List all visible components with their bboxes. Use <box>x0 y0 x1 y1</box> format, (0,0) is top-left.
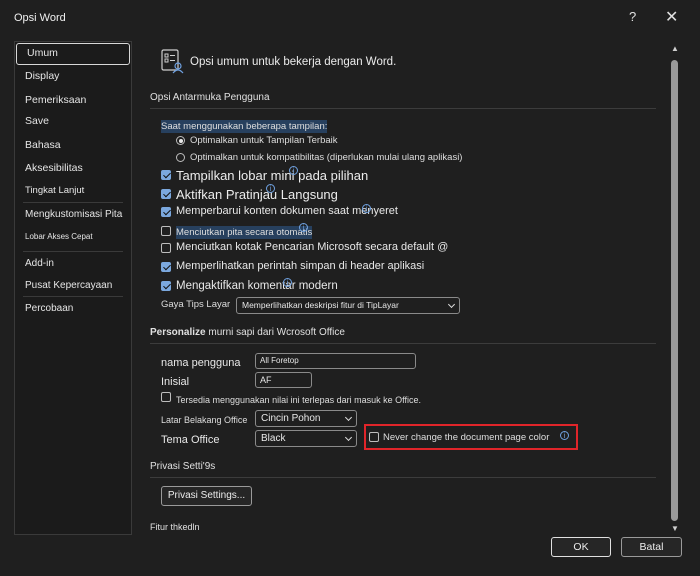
radio-optimize-compat-label: Optimalkan untuk kompatibilitas (diperlu… <box>190 152 463 163</box>
title-bar: Opsi Word ? ✕ <box>0 0 700 36</box>
close-button[interactable]: ✕ <box>665 7 678 27</box>
scrollbar-thumb[interactable] <box>671 60 678 521</box>
sidebar-item-bahasa[interactable]: Bahasa <box>15 139 131 151</box>
office-background-select[interactable]: Cincin Pohon <box>255 410 357 427</box>
sidebar-item-save[interactable]: Save <box>15 115 131 127</box>
section-divider <box>150 108 656 109</box>
info-icon: i <box>283 278 292 287</box>
collapse-search-label: Menciutkan kotak Pencarian Microsoft sec… <box>176 241 449 253</box>
privacy-settings-button[interactable]: Privasi Settings... <box>161 486 252 506</box>
section-header-privacy: Privasi Setti'9s <box>150 461 216 472</box>
sidebar-item-pemeriksaan[interactable]: Pemeriksaan <box>15 94 131 106</box>
chevron-down-icon <box>344 433 353 442</box>
multi-display-label: Saat menggunakan beberapa tampilan: <box>161 120 328 133</box>
sidebar-divider <box>23 251 123 252</box>
show-save-label: Memperlihatkan perintah simpan di header… <box>176 260 425 272</box>
initials-label: Inisial <box>161 376 190 388</box>
sidebar-divider <box>23 296 123 297</box>
username-label: nama pengguna <box>161 357 241 369</box>
never-change-page-color-checkbox[interactable] <box>369 432 379 442</box>
initials-input[interactable]: AF <box>255 372 312 388</box>
general-options-icon <box>161 49 184 74</box>
scroll-down-icon[interactable]: ▼ <box>671 524 679 533</box>
update-content-checkbox[interactable] <box>161 207 171 217</box>
personalize-rest: murni sapi dari Wcrosoft Office <box>205 327 345 338</box>
office-theme-label: Tema Office <box>161 434 220 446</box>
collapse-ribbon-label: Menciutkan pita secara otomatis <box>176 226 313 239</box>
sidebar-item-tingkat-lanjut[interactable]: Tingkat Lanjut <box>15 185 131 196</box>
info-icon: i <box>299 223 308 232</box>
always-use-label: Tersedia menggunakan nilai ini terlepas … <box>176 395 421 405</box>
ok-button[interactable]: OK <box>551 537 611 557</box>
tips-style-select[interactable]: Memperlihatkan deskripsi fitur di TipLay… <box>236 297 460 314</box>
section-header-startup: Fitur thkedln <box>150 522 200 532</box>
chevron-down-icon <box>447 300 456 309</box>
sidebar-item-umum[interactable]: Umum <box>16 43 130 65</box>
live-preview-label: Aktifkan Pratinjau Langsung <box>176 187 338 202</box>
office-theme-select[interactable]: Black <box>255 430 357 447</box>
sidebar: Umum Display Pemeriksaan Save Bahasa Aks… <box>14 41 132 535</box>
radio-optimize-compat[interactable] <box>176 153 185 162</box>
radio-optimize-best[interactable] <box>176 136 185 145</box>
section-header-personalize: Personalize murni sapi dari Wcrosoft Off… <box>150 327 345 338</box>
scroll-up-icon[interactable]: ▲ <box>671 44 679 53</box>
collapse-search-checkbox[interactable] <box>161 243 171 253</box>
tips-style-value: Memperlihatkan deskripsi fitur di TipLay… <box>242 300 399 310</box>
sidebar-item-add-in[interactable]: Add-in <box>15 258 131 269</box>
office-background-value: Cincin Pohon <box>261 413 321 424</box>
personalize-bold: Personalize <box>150 327 206 338</box>
sidebar-item-aksesibilitas[interactable]: Aksesibilitas <box>15 162 131 174</box>
show-save-checkbox[interactable] <box>161 262 171 272</box>
section-divider <box>150 343 656 344</box>
sidebar-item-percobaan[interactable]: Percobaan <box>15 303 131 314</box>
sidebar-item-pusat-kepercayaan[interactable]: Pusat Kepercayaan <box>15 280 131 291</box>
collapse-ribbon-checkbox[interactable] <box>161 226 171 236</box>
window-title: Opsi Word <box>14 12 66 24</box>
info-icon: i <box>362 204 371 213</box>
tips-style-label: Gaya Tips Layar <box>161 299 231 310</box>
never-change-page-color-label: Never change the document page color <box>383 432 550 443</box>
username-input[interactable]: All Foretop <box>255 353 416 369</box>
info-icon: i <box>266 184 275 193</box>
sidebar-item-lobar-akses-cepat[interactable]: Lobar Akses Cepat <box>15 232 131 241</box>
live-preview-checkbox[interactable] <box>161 189 171 199</box>
sidebar-item-mengkustomisasi-pita[interactable]: Mengkustomisasi Pita <box>15 209 131 220</box>
chevron-down-icon <box>344 413 353 422</box>
sidebar-divider <box>23 202 123 203</box>
always-use-checkbox[interactable] <box>161 392 171 402</box>
page-heading: Opsi umum untuk bekerja dengan Word. <box>190 56 397 68</box>
modern-comments-label: Mengaktifkan komentar modern <box>176 280 338 292</box>
radio-optimize-best-label: Optimalkan untuk Tampilan Terbaik <box>190 135 338 146</box>
section-divider <box>150 477 656 478</box>
sidebar-item-display[interactable]: Display <box>15 70 131 82</box>
info-icon: i <box>289 166 298 175</box>
mini-toolbar-label: Tampilkan lobar mini pada pilihan <box>176 168 369 183</box>
cancel-button[interactable]: Batal <box>621 537 682 557</box>
office-theme-value: Black <box>261 433 286 444</box>
privacy-button-left: Privasi <box>167 490 198 501</box>
privacy-button-right: Settings... <box>200 490 246 501</box>
modern-comments-checkbox[interactable] <box>161 281 171 291</box>
content-scrollbar[interactable]: ▲ ▼ <box>668 44 682 534</box>
office-background-label: Latar Belakang Office <box>161 415 248 425</box>
info-icon: i <box>560 431 569 440</box>
mini-toolbar-checkbox[interactable] <box>161 170 171 180</box>
section-header-ui: Opsi Antarmuka Pengguna <box>150 92 270 103</box>
help-button[interactable]: ? <box>629 9 636 24</box>
